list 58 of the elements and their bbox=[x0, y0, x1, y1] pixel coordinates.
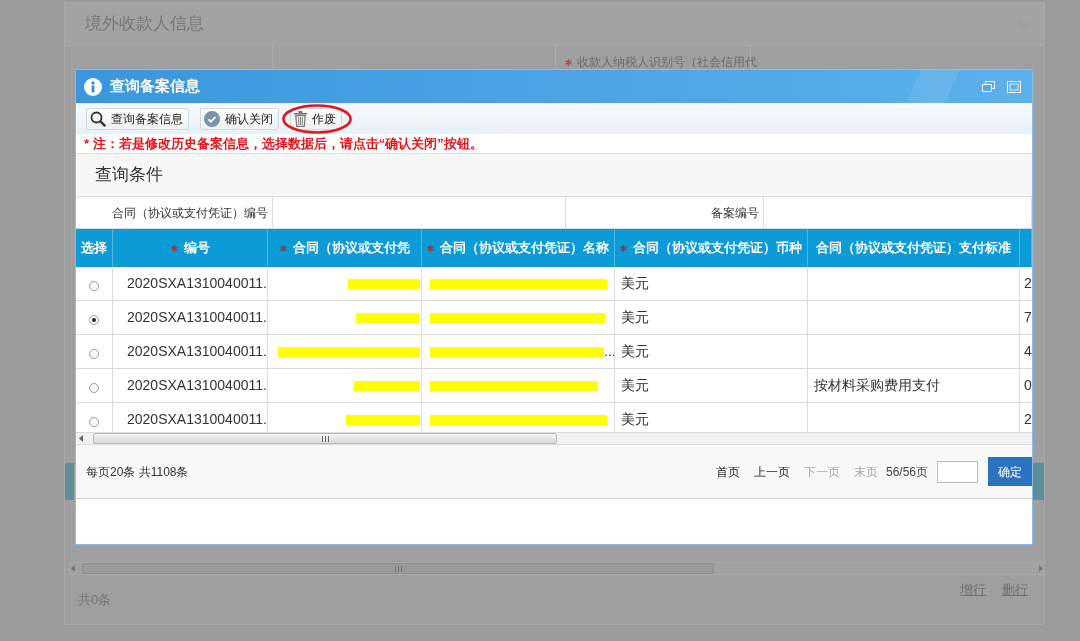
radio-button[interactable] bbox=[89, 315, 99, 325]
column-header: 合同（协议或支付凭证）币种 bbox=[633, 239, 802, 258]
page-link[interactable]: 首页 bbox=[715, 462, 740, 481]
radio-button[interactable] bbox=[89, 417, 99, 427]
page-link[interactable]: 上一页 bbox=[753, 462, 790, 481]
scrollbar-track[interactable] bbox=[76, 432, 1032, 445]
table-cell: 按材料采购费用支付 bbox=[808, 369, 1020, 402]
toolbar-button[interactable]: 确认关闭 bbox=[200, 107, 279, 130]
search-icon bbox=[90, 110, 106, 127]
chevron-down-icon[interactable] bbox=[1032, 438, 1041, 444]
go-button[interactable]: 确定 bbox=[988, 457, 1032, 486]
table-cell-text: 4 bbox=[1023, 342, 1032, 361]
notice-text: * 注：若是修改历史备案信息，选择数据后，请点击“确认关闭”按钮。 bbox=[84, 134, 483, 153]
info-icon bbox=[84, 77, 102, 96]
column-header: 选择 bbox=[81, 239, 107, 258]
radio-button[interactable] bbox=[89, 281, 99, 291]
page-input[interactable] bbox=[937, 460, 978, 483]
table-cell-text: 2 bbox=[1023, 410, 1032, 429]
check-circle-icon bbox=[204, 110, 220, 127]
table-cell: 2020SXA1310040011. bbox=[113, 369, 268, 402]
table-cell: 2020SXA1310040011. bbox=[113, 335, 268, 368]
maximize-icon[interactable] bbox=[1007, 80, 1021, 93]
table-cell-text: 2 bbox=[1023, 274, 1032, 293]
table-cell: 2020SXA1310040011. bbox=[113, 301, 268, 334]
table-cell: 美元 bbox=[615, 301, 808, 334]
scrollbar-thumb[interactable] bbox=[93, 433, 557, 444]
column-header: 合同（协议或支付凭 bbox=[292, 239, 410, 258]
table-cell-text: 7 bbox=[1023, 308, 1032, 327]
table-cell: 2020SXA1310040011. bbox=[113, 267, 268, 300]
table-cell: 美元 bbox=[615, 369, 808, 402]
scroll-left-icon[interactable] bbox=[79, 435, 83, 442]
toolbar-button[interactable]: 作废 bbox=[290, 107, 342, 130]
scrollbar-track[interactable] bbox=[68, 562, 1045, 575]
table-cell-text: 0 bbox=[1023, 376, 1032, 395]
table-cell: 美元 bbox=[615, 335, 808, 368]
radio-button[interactable] bbox=[89, 349, 99, 359]
cell-text: ... bbox=[604, 342, 614, 361]
scroll-right-icon[interactable] bbox=[1039, 565, 1043, 572]
column-header: 合同（协议或支付凭证）支付标准 bbox=[816, 239, 1011, 258]
radio-button[interactable] bbox=[89, 383, 99, 393]
input-field[interactable] bbox=[763, 197, 1032, 228]
table-header-band bbox=[65, 463, 74, 500]
trash-icon bbox=[294, 110, 307, 127]
grip-icon bbox=[394, 565, 402, 572]
toolbar-button[interactable]: 查询备案信息 bbox=[86, 107, 189, 130]
input-field[interactable] bbox=[272, 197, 566, 228]
grip-icon bbox=[321, 435, 329, 442]
column-header: 编号 bbox=[183, 239, 210, 258]
field-label: 合同（协议或支付凭证）编号 bbox=[111, 204, 269, 222]
page-summary: 每页20条 共1108条 bbox=[86, 463, 189, 481]
page-indicator: 56/56页 bbox=[885, 463, 928, 481]
restore-window-icon[interactable] bbox=[982, 81, 995, 92]
section-title: 查询条件 bbox=[95, 164, 163, 187]
column-header: 合同（协议或支付凭证）名称 bbox=[440, 239, 609, 258]
table-cell: 美元 bbox=[615, 267, 808, 300]
dialog-title: 查询备案信息 bbox=[110, 76, 200, 97]
field-label: 备案编号 bbox=[710, 204, 760, 222]
scrollbar-thumb[interactable] bbox=[82, 563, 714, 574]
